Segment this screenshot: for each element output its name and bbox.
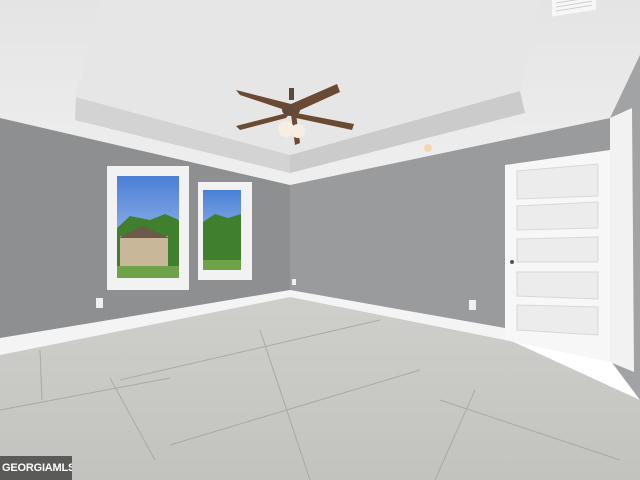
room-photo <box>0 0 640 480</box>
door-frame <box>610 108 634 372</box>
door <box>505 150 610 362</box>
watermark: GEORGIAMLS <box>0 456 72 480</box>
window-left <box>107 166 189 290</box>
outlet-back-right <box>469 300 476 310</box>
outlet-back-left <box>292 279 296 285</box>
window-right <box>198 182 252 280</box>
outlet-left <box>96 298 103 308</box>
smoke-detector <box>424 144 432 152</box>
